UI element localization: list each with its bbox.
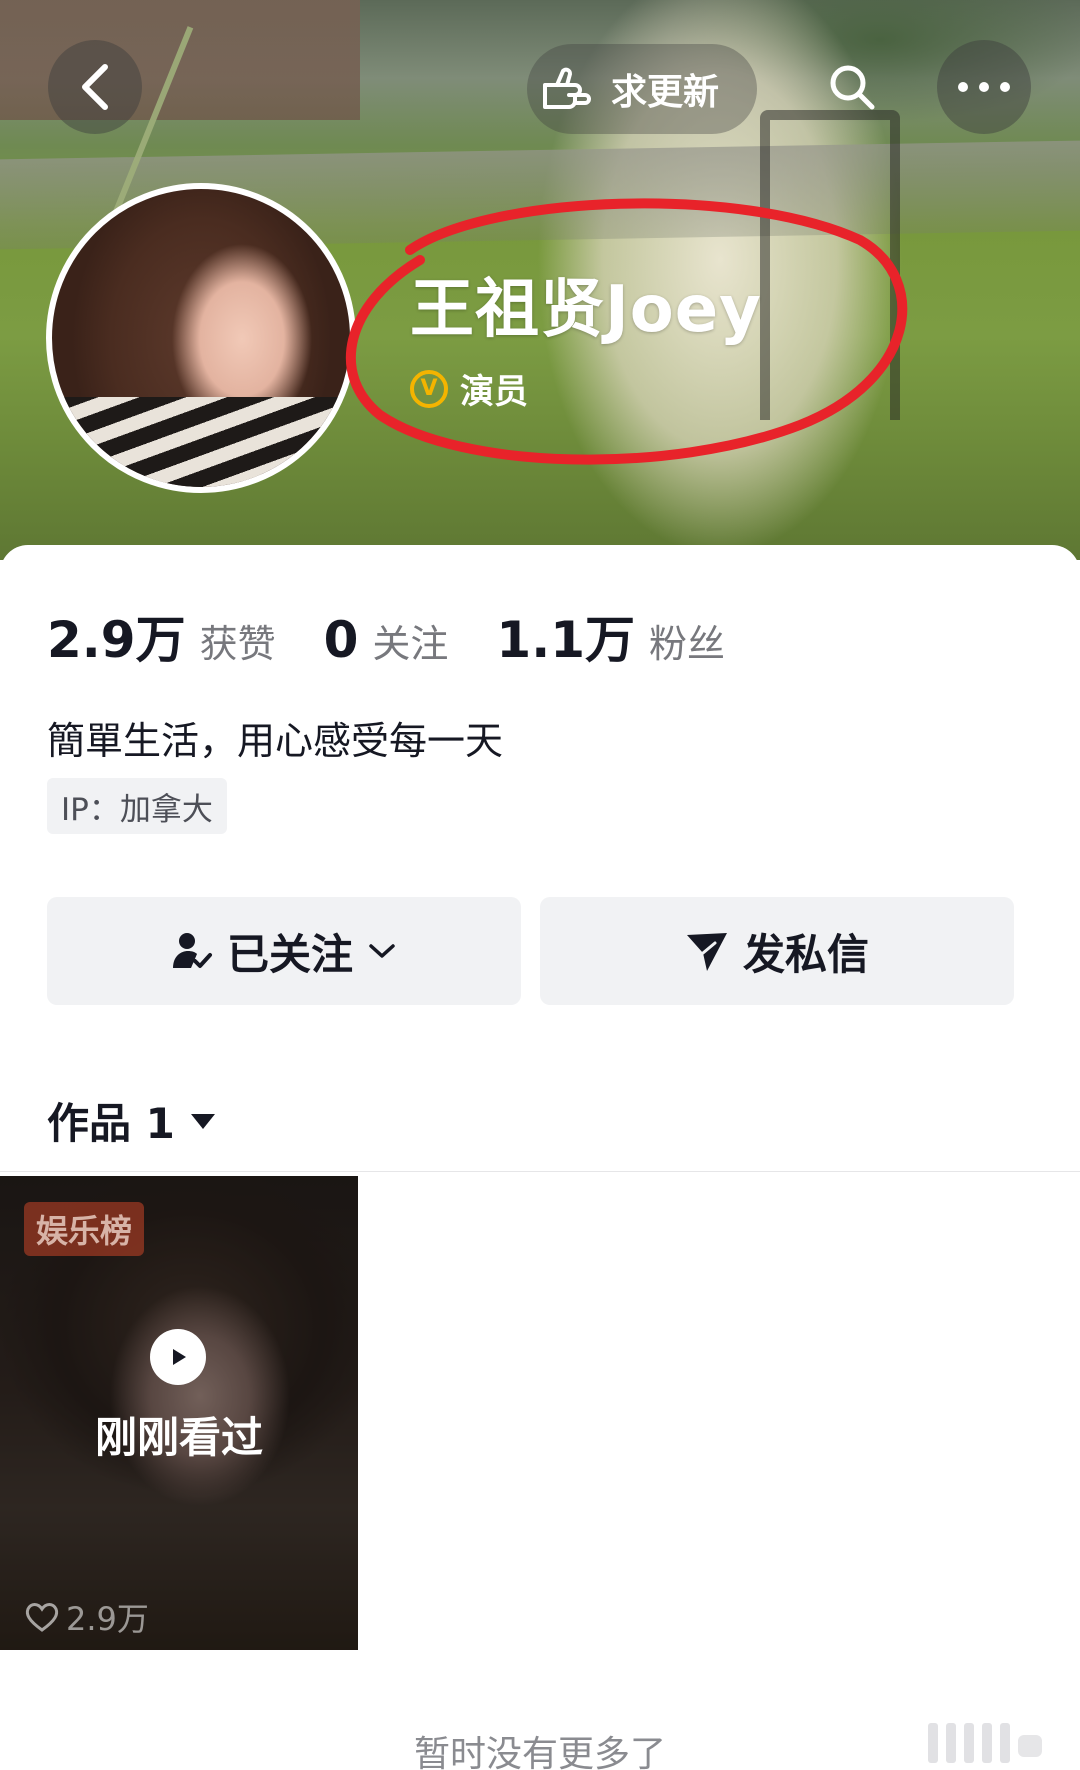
cover-bench [760,110,900,420]
video-thumbnail[interactable]: 娱乐榜 刚刚看过 2.9万 [0,1176,358,1650]
send-message-label: 发私信 [742,929,869,979]
profile-card: 2.9万 获赞 0 关注 1.1万 粉丝 簡單生活，用心感受每一天 IP：加拿大… [0,545,1080,1770]
stat-following-label: 关注 [372,622,449,666]
avatar[interactable] [46,183,356,493]
verified-badge-icon: V [410,369,448,408]
tab-divider [0,1171,1080,1172]
play-icon [150,1329,206,1385]
stat-likes-value: 2.9万 [47,611,186,669]
stat-following[interactable]: 0 关注 [324,611,449,669]
stat-likes[interactable]: 2.9万 获赞 [47,600,276,672]
send-message-button[interactable]: 发私信 [540,897,1014,1005]
stat-followers[interactable]: 1.1万 粉丝 [496,600,725,672]
works-tab-label: 作品 1 [47,1099,175,1148]
verification-row: V 演员 [410,364,762,413]
user-check-icon [172,933,212,968]
entertainment-rank-badge: 娱乐榜 [24,1202,145,1256]
request-update-button[interactable]: 求更新 [527,44,757,134]
profile-name: 王祖贤Joey [410,273,762,347]
search-button[interactable] [805,40,899,134]
recently-watched-label: 刚刚看过 [94,1413,263,1462]
send-arrow-icon [686,933,727,971]
stats-row: 2.9万 获赞 0 关注 1.1万 粉丝 [47,600,773,672]
video-likes-count: 2.9万 [66,1600,149,1638]
more-dots-icon [958,82,1010,92]
back-button[interactable] [48,40,142,134]
chevron-left-icon [82,64,108,110]
chevron-down-icon [369,944,395,958]
ip-location-tag: IP：加拿大 [47,778,227,834]
profile-bio: 簡單生活，用心感受每一天 [47,719,504,763]
avatar-clothing [52,397,350,487]
profile-name-block: 王祖贤Joey V 演员 [410,278,762,413]
search-icon [830,65,875,110]
following-button-label: 已关注 [226,929,353,979]
profile-cover: 求更新 王祖贤Joey V 演员 [0,0,1080,560]
heart-icon [25,1603,59,1632]
tab-works[interactable]: 作品 1 [47,1090,217,1151]
stat-likes-label: 获赞 [199,622,276,666]
pointing-hand-icon [543,67,591,109]
watermark-logo [928,1723,1042,1763]
video-likes: 2.9万 [24,1594,149,1640]
following-button[interactable]: 已关注 [47,897,521,1005]
stat-followers-value: 1.1万 [496,611,635,669]
request-update-label: 求更新 [611,72,720,113]
stat-following-value: 0 [323,611,359,669]
verification-label: 演员 [460,372,528,412]
caret-down-icon [190,1113,215,1129]
stat-followers-label: 粉丝 [648,622,725,666]
more-options-button[interactable] [937,40,1031,134]
play-triangle-icon [173,1349,186,1365]
